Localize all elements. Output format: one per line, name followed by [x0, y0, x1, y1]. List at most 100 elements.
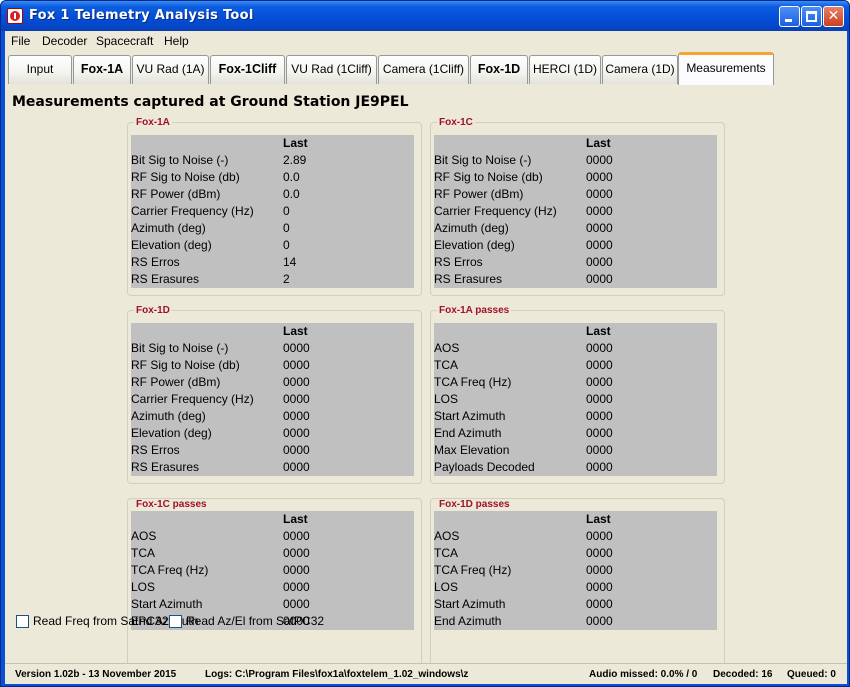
menu-help[interactable]: Help [164, 34, 189, 48]
row-value: 0000 [586, 221, 613, 235]
table-row: RF Power (dBm) 0000 [131, 374, 414, 391]
row-value: 0000 [586, 426, 613, 440]
tab-vu-rad-1cliff[interactable]: VU Rad (1Cliff) [286, 55, 377, 84]
tab-fox-1d[interactable]: Fox-1D [470, 55, 528, 84]
row-label: Azimuth (deg) [131, 409, 206, 423]
table-row: TCA Freq (Hz) 0000 [131, 562, 414, 579]
row-label: Carrier Frequency (Hz) [131, 392, 254, 406]
measurements-table: Last Bit Sig to Noise (-) 0000 RF Sig to … [131, 323, 414, 476]
row-label: RS Erros [131, 255, 180, 269]
table-row: Elevation (deg) 0 [131, 237, 414, 254]
tab-input[interactable]: Input [8, 55, 72, 84]
row-value: 0000 [586, 358, 613, 372]
row-label: TCA Freq (Hz) [131, 563, 209, 577]
column-header: Last [283, 512, 308, 526]
read-azel-checkbox[interactable] [169, 615, 182, 628]
row-label: Bit Sig to Noise (-) [434, 153, 532, 167]
row-value: 0000 [283, 358, 310, 372]
read-freq-checkbox[interactable] [16, 615, 29, 628]
row-value: 0000 [586, 443, 613, 457]
row-value: 0000 [283, 563, 310, 577]
column-header: Last [586, 324, 611, 338]
table-row: Elevation (deg) 0000 [131, 425, 414, 442]
row-label: Carrier Frequency (Hz) [131, 204, 254, 218]
app-window: Fox 1 Telemetry Analysis Tool ✕ File Dec… [0, 0, 850, 687]
menu-spacecraft[interactable]: Spacecraft [96, 34, 153, 48]
table-row: Payloads Decoded 0000 [434, 459, 717, 476]
read-azel-label[interactable]: Read Az/El from SatPC32 [186, 614, 324, 628]
table-row: Carrier Frequency (Hz) 0000 [434, 203, 717, 220]
table-row: RS Erros 14 [131, 254, 414, 271]
tab-fox-1a[interactable]: Fox-1A [73, 55, 131, 84]
column-header: Last [586, 136, 611, 150]
group-title: Fox-1C [437, 117, 475, 128]
table-row: Bit Sig to Noise (-) 0000 [131, 340, 414, 357]
group-title: Fox-1D passes [437, 499, 512, 510]
group-fox-1d: Fox-1D Last Bit Sig to Noise (-) 0000 RF … [127, 305, 422, 484]
read-freq-label[interactable]: Read Freq from SatPC32 [33, 614, 168, 628]
tab-camera-1d[interactable]: Camera (1D) [602, 55, 678, 84]
table-header: Last [131, 511, 414, 528]
row-value: 0000 [283, 426, 310, 440]
row-value: 0000 [586, 238, 613, 252]
decoded-count: Decoded: 16 [713, 669, 773, 680]
maximize-button[interactable] [801, 6, 822, 27]
row-value: 0000 [283, 529, 310, 543]
table-row: RS Erros 0000 [131, 442, 414, 459]
row-label: Payloads Decoded [434, 460, 535, 474]
row-label: RF Sig to Noise (db) [434, 170, 543, 184]
row-value: 0000 [283, 580, 310, 594]
row-label: LOS [434, 580, 459, 594]
minimize-button[interactable] [779, 6, 800, 27]
row-label: RF Power (dBm) [131, 375, 221, 389]
table-row: AOS 0000 [434, 340, 717, 357]
table-row: RF Sig to Noise (db) 0.0 [131, 169, 414, 186]
table-header: Last [434, 323, 717, 340]
row-label: RS Erasures [131, 460, 200, 474]
title-bar[interactable]: Fox 1 Telemetry Analysis Tool ✕ [1, 1, 849, 31]
table-row: Carrier Frequency (Hz) 0 [131, 203, 414, 220]
measurements-table: Last Bit Sig to Noise (-) 2.89 RF Sig to … [131, 135, 414, 288]
row-value: 0000 [283, 546, 310, 560]
table-row: Carrier Frequency (Hz) 0000 [131, 391, 414, 408]
row-label: RF Power (dBm) [434, 187, 524, 201]
measurements-table: Last AOS 0000 TCA 0000 TCA Freq (Hz) 0000 L… [434, 323, 717, 476]
table-header: Last [434, 511, 717, 528]
table-row: RF Power (dBm) 0.0 [131, 186, 414, 203]
column-header: Last [586, 512, 611, 526]
tab-vu-rad-1a[interactable]: VU Rad (1A) [132, 55, 209, 84]
tab-herci-1d[interactable]: HERCI (1D) [529, 55, 601, 84]
menu-file[interactable]: File [11, 34, 30, 48]
table-row: Azimuth (deg) 0 [131, 220, 414, 237]
tab-camera-1cliff[interactable]: Camera (1Cliff) [378, 55, 469, 84]
table-row: LOS 0000 [131, 579, 414, 596]
group-fox-1c-passes: Fox-1C passes Last AOS 0000 TCA 0000 TCA F… [127, 498, 422, 668]
close-button[interactable]: ✕ [823, 6, 844, 27]
row-label: Elevation (deg) [131, 426, 212, 440]
row-value: 0000 [283, 460, 310, 474]
table-row: Bit Sig to Noise (-) 2.89 [131, 152, 414, 169]
row-value: 0000 [586, 204, 613, 218]
row-label: Bit Sig to Noise (-) [131, 341, 229, 355]
table-row: LOS 0000 [434, 579, 717, 596]
row-label: AOS [131, 529, 157, 543]
app-icon[interactable] [7, 8, 23, 24]
table-row: RS Erros 0000 [434, 254, 717, 271]
table-row: AOS 0000 [434, 528, 717, 545]
row-value: 0 [283, 221, 290, 235]
row-label: Start Azimuth [434, 409, 506, 423]
column-header: Last [283, 324, 308, 338]
row-value: 0000 [586, 187, 613, 201]
row-label: LOS [131, 580, 156, 594]
table-row: TCA 0000 [434, 357, 717, 374]
tab-fox-1cliff[interactable]: Fox-1Cliff [210, 55, 285, 84]
table-row: Azimuth (deg) 0000 [131, 408, 414, 425]
row-label: TCA Freq (Hz) [434, 375, 512, 389]
group-title: Fox-1A [134, 117, 172, 128]
row-label: End Azimuth [434, 426, 502, 440]
tab-measurements[interactable]: Measurements [678, 52, 774, 85]
row-value: 14 [283, 255, 297, 269]
menu-decoder[interactable]: Decoder [42, 34, 87, 48]
table-row: TCA Freq (Hz) 0000 [434, 374, 717, 391]
column-header: Last [283, 136, 308, 150]
